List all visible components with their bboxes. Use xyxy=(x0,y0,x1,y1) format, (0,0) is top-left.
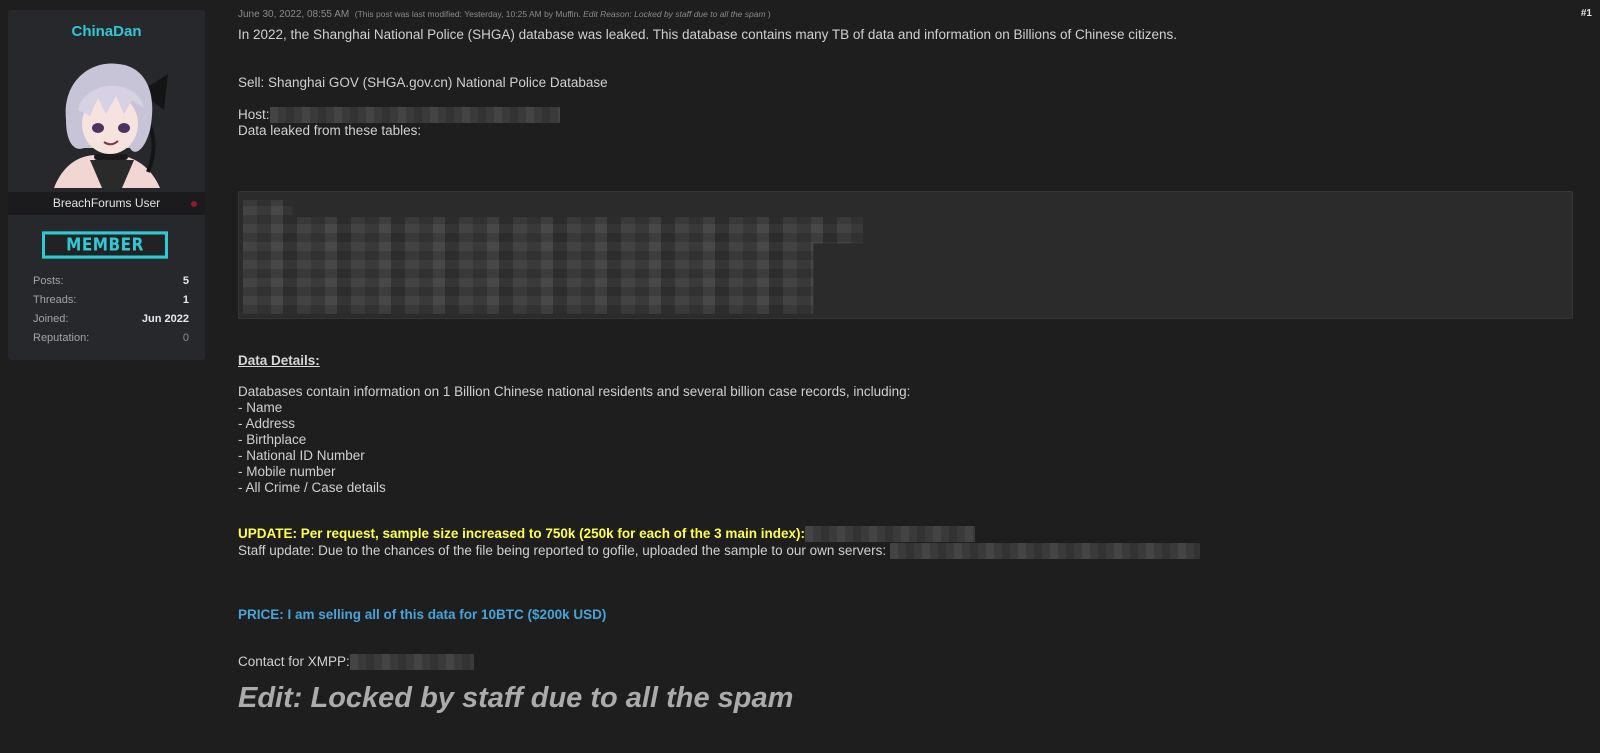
staff-update-line: Staff update: Due to the chances of the … xyxy=(238,543,1200,560)
post-modified-suffix: ) xyxy=(767,9,771,19)
redacted-server-link[interactable] xyxy=(889,543,1200,560)
avatar[interactable] xyxy=(44,52,172,188)
list-item: - Mobile number xyxy=(238,464,336,479)
stat-value[interactable]: 0 xyxy=(183,332,189,344)
host-label: Host: xyxy=(238,107,270,122)
update-line: UPDATE: Per request, sample size increas… xyxy=(238,526,975,543)
price-line: PRICE: I am selling all of this data for… xyxy=(238,607,607,622)
user-panel: ChinaDan BreachForums User MEMBER Posts:… xyxy=(8,10,205,360)
post-date: June 30, 2022, 08:55 AM xyxy=(238,9,350,20)
data-details-heading: Data Details: xyxy=(238,353,320,368)
post-edit-reason: Edit Reason: Locked by staff due to all … xyxy=(583,9,766,19)
stat-value[interactable]: 1 xyxy=(183,294,189,306)
list-item: - National ID Number xyxy=(238,448,365,463)
user-stats: Posts: 5 Threads: 1 Joined: Jun 2022 Rep… xyxy=(33,275,189,351)
tables-line: Data leaked from these tables: xyxy=(238,123,422,138)
stat-threads: Threads: 1 xyxy=(33,294,189,313)
list-item: - Address xyxy=(238,416,296,431)
host-line: Host: xyxy=(238,107,560,124)
post-number-link[interactable]: #1 xyxy=(1581,8,1592,19)
stat-label: Joined: xyxy=(33,313,69,325)
stat-value: Jun 2022 xyxy=(141,313,189,325)
list-item: - Birthplace xyxy=(238,432,307,447)
contact-line: Contact for XMPP: xyxy=(238,654,474,671)
intro-text: In 2022, the Shanghai National Police (S… xyxy=(238,27,1178,42)
stat-joined: Joined: Jun 2022 xyxy=(33,313,189,332)
sell-line: Sell: Shanghai GOV (SHGA.gov.cn) Nationa… xyxy=(238,75,608,90)
post-meta: June 30, 2022, 08:55 AM (This post was l… xyxy=(238,9,771,20)
stat-posts: Posts: 5 xyxy=(33,275,189,294)
stat-value[interactable]: 5 xyxy=(183,275,189,287)
offline-status-icon xyxy=(191,201,197,207)
redacted-sample-link[interactable] xyxy=(804,526,975,543)
redacted-host xyxy=(269,107,560,124)
details-intro: Databases contain information on 1 Billi… xyxy=(238,384,911,399)
contact-label: Contact for XMPP: xyxy=(238,654,350,669)
rank-badge: MEMBER xyxy=(42,231,168,259)
staff-update-text: Staff update: Due to the chances of the … xyxy=(238,543,887,558)
username-link[interactable]: ChinaDan xyxy=(8,23,205,40)
redacted-xmpp xyxy=(349,654,474,671)
edit-note: Edit: Locked by staff due to all the spa… xyxy=(238,682,794,714)
user-title-bar: BreachForums User xyxy=(8,192,205,215)
redacted-overlay xyxy=(243,200,863,314)
post-modified: (This post was last modified: Yesterday,… xyxy=(355,9,771,19)
post-modified-prefix: (This post was last modified: Yesterday,… xyxy=(354,9,581,19)
update-text: UPDATE: Per request, sample size increas… xyxy=(238,526,805,541)
stat-label: Posts: xyxy=(33,275,64,287)
stat-label: Threads: xyxy=(33,294,77,306)
code-block xyxy=(238,191,1573,319)
user-title: BreachForums User xyxy=(52,196,161,210)
stat-label: Reputation: xyxy=(33,332,90,344)
list-item: - Name xyxy=(238,400,283,415)
list-item: - All Crime / Case details xyxy=(238,480,386,495)
stat-reputation: Reputation: 0 xyxy=(33,332,189,351)
